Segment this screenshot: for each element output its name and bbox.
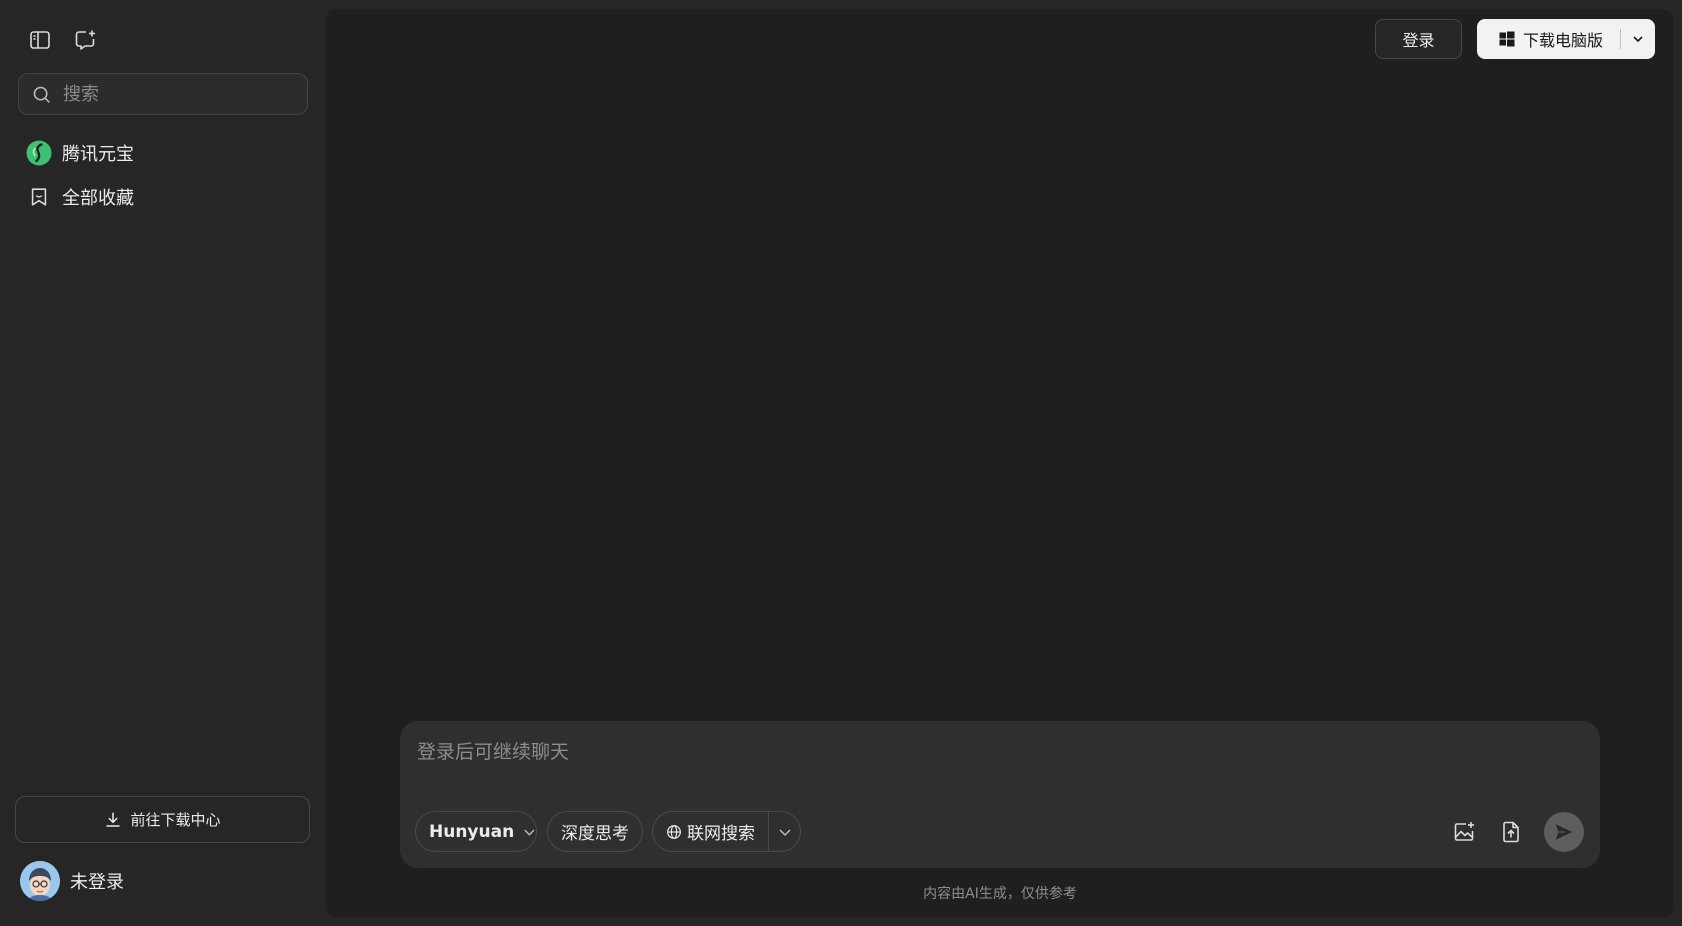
user-profile[interactable]: 未登录 <box>20 861 124 901</box>
ai-disclaimer: 内容由AI生成，仅供参考 <box>923 886 1077 902</box>
new-chat-icon[interactable] <box>71 26 99 54</box>
sidebar-item-favorites[interactable]: 全部收藏 <box>26 182 134 212</box>
avatar[interactable] <box>20 861 60 901</box>
chat-composer: Hunyuan 深度思考 联网搜索 <box>400 721 1600 868</box>
app-window: 腾讯元宝 全部收藏 前往下载中心 <box>0 0 1682 926</box>
chat-input[interactable] <box>415 735 1575 775</box>
bookmark-icon <box>26 184 52 210</box>
globe-icon <box>667 824 681 839</box>
upload-file-icon[interactable] <box>1496 817 1526 847</box>
windows-icon <box>1499 31 1515 47</box>
download-center-label: 前往下载中心 <box>130 811 221 829</box>
model-selector[interactable]: Hunyuan <box>415 811 537 852</box>
download-icon <box>106 812 121 827</box>
send-button[interactable] <box>1544 812 1584 852</box>
sidebar-toggle-icon[interactable] <box>26 26 54 54</box>
download-center-button[interactable]: 前往下载中心 <box>15 796 310 843</box>
chevron-down-icon <box>524 829 535 836</box>
download-desktop-label: 下载电脑版 <box>1523 31 1604 50</box>
web-search-main[interactable]: 联网搜索 <box>653 812 768 851</box>
login-button[interactable]: 登录 <box>1375 19 1462 59</box>
web-search-toggle[interactable]: 联网搜索 <box>652 811 801 852</box>
download-desktop-button[interactable]: 下载电脑版 <box>1477 19 1655 59</box>
send-icon <box>1555 824 1573 840</box>
web-search-label: 联网搜索 <box>687 824 755 844</box>
deep-think-toggle[interactable]: 深度思考 <box>547 811 643 852</box>
download-desktop-main[interactable]: 下载电脑版 <box>1477 19 1620 59</box>
upload-image-icon[interactable] <box>1449 817 1479 847</box>
sidebar-item-yuanbao[interactable]: 腾讯元宝 <box>26 138 134 168</box>
search-icon <box>33 86 50 103</box>
sidebar-item-label: 全部收藏 <box>62 188 134 209</box>
search-input[interactable] <box>61 82 301 106</box>
deep-think-label: 深度思考 <box>561 824 629 844</box>
model-label: Hunyuan <box>429 821 515 842</box>
user-name: 未登录 <box>70 872 124 893</box>
yuanbao-logo-icon <box>26 140 52 166</box>
search-box[interactable] <box>18 73 308 115</box>
sidebar-item-label: 腾讯元宝 <box>62 144 134 165</box>
chevron-down-icon[interactable] <box>769 812 800 851</box>
sidebar: 腾讯元宝 全部收藏 前往下载中心 <box>0 0 326 926</box>
chevron-down-icon[interactable] <box>1621 19 1655 59</box>
